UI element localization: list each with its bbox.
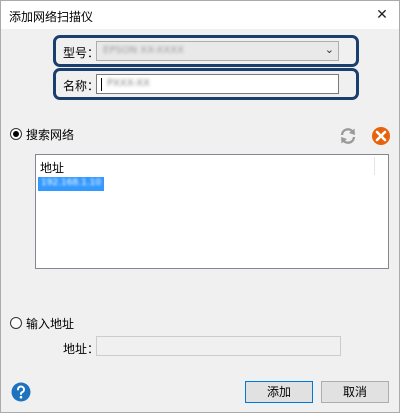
column-divider <box>374 157 375 175</box>
window-title: 添加网络扫描仪 <box>9 10 94 24</box>
list-column-header-address[interactable]: 地址 <box>40 159 64 176</box>
search-network-radio[interactable] <box>10 128 22 140</box>
search-network-label: 搜索网络 <box>26 128 75 142</box>
address-input[interactable] <box>96 336 341 356</box>
help-icon[interactable] <box>11 382 31 402</box>
title-bar: 添加网络扫描仪 ✕ <box>1 1 399 29</box>
refresh-icon[interactable] <box>338 126 358 146</box>
cancel-button[interactable]: 取消 <box>321 381 389 403</box>
model-select-value: EPSON XX-XXXX <box>103 45 184 56</box>
model-label: 型号： <box>63 46 100 60</box>
text-caret <box>101 78 102 91</box>
scanner-address-list[interactable]: 地址 192.168.1.10 <box>35 154 389 269</box>
add-network-scanner-dialog: 添加网络扫描仪 ✕ 型号： EPSON XX-XXXX ⌄ 名称： PXXX-X… <box>0 0 400 413</box>
chevron-down-icon: ⌄ <box>324 43 334 56</box>
cancel-search-icon[interactable] <box>371 126 391 146</box>
add-button[interactable]: 添加 <box>245 381 313 403</box>
name-label: 名称： <box>63 79 100 93</box>
close-button[interactable]: ✕ <box>371 4 393 26</box>
manual-address-radio[interactable] <box>10 317 22 329</box>
manual-address-label: 输入地址 <box>26 317 75 331</box>
name-input-value: PXXX-XX <box>107 78 150 89</box>
model-select[interactable]: EPSON XX-XXXX ⌄ <box>96 41 339 61</box>
list-item-address: 192.168.1.10 <box>41 178 102 188</box>
list-item[interactable]: 192.168.1.10 <box>38 177 104 191</box>
name-input[interactable]: PXXX-XX <box>96 74 339 94</box>
address-label: 地址： <box>63 342 100 356</box>
